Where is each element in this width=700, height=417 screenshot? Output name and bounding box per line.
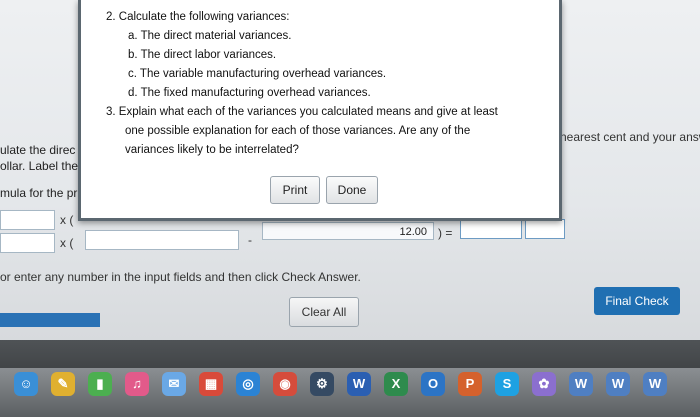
paren-equals: ) = — [438, 226, 453, 240]
variance-amount-input[interactable] — [460, 219, 522, 239]
docs3-icon[interactable]: W — [643, 372, 667, 396]
price-input[interactable] — [85, 230, 239, 250]
photos-icon[interactable]: ✿ — [532, 372, 556, 396]
chrome-icon[interactable]: ◉ — [273, 372, 297, 396]
word-icon[interactable]: W — [347, 372, 371, 396]
finder-icon[interactable]: ☺ — [14, 372, 38, 396]
instructions-popup: 2. Calculate the following variances: a.… — [78, 0, 562, 221]
standard-rate-field: 12.00 — [262, 222, 434, 240]
skype-icon[interactable]: S — [495, 372, 519, 396]
popup-content: 2. Calculate the following variances: a.… — [106, 8, 498, 160]
steam-icon[interactable]: ⚙ — [310, 372, 334, 396]
item-d: d. The fixed manufacturing overhead vari… — [128, 87, 371, 99]
docs-icon[interactable]: W — [569, 372, 593, 396]
final-check-button[interactable]: Final Check — [594, 287, 680, 315]
stocks-icon[interactable]: ▮ — [88, 372, 112, 396]
variance-label-select[interactable] — [525, 219, 565, 239]
question-3-line-3: variances likely to be interrelated? — [125, 144, 299, 156]
nearest-cent-instruction: nearest cent and your answ — [560, 130, 700, 144]
excel-icon[interactable]: X — [384, 372, 408, 396]
powerpoint-icon[interactable]: P — [458, 372, 482, 396]
done-button[interactable]: Done — [326, 176, 378, 204]
docs2-icon[interactable]: W — [606, 372, 630, 396]
progress-fill — [0, 313, 100, 327]
print-button[interactable]: Print — [270, 176, 320, 204]
outlook-icon[interactable]: O — [421, 372, 445, 396]
instruction-text: or enter any number in the input fields … — [0, 270, 361, 284]
question-3-line-2: one possible explanation for each of tho… — [125, 125, 471, 137]
item-b: b. The direct labor variances. — [128, 49, 277, 61]
question-2: 2. Calculate the following variances: — [106, 11, 290, 23]
item-a: a. The direct material variances. — [128, 30, 292, 42]
progress-bar — [0, 313, 100, 327]
direct-fragment: ulate the direc — [0, 143, 76, 157]
item-c: c. The variable manufacturing overhead v… — [128, 68, 387, 80]
clear-all-button[interactable]: Clear All — [289, 297, 359, 327]
quantity-input-2[interactable] — [0, 233, 55, 253]
itunes-icon[interactable]: ♫ — [125, 372, 149, 396]
calendar-icon[interactable]: ▦ — [199, 372, 223, 396]
safari-icon[interactable]: ◎ — [236, 372, 260, 396]
times-sign-2: x ( — [60, 236, 74, 250]
quantity-input-1[interactable] — [0, 210, 55, 230]
formula-fragment: mula for the pr — [0, 186, 78, 200]
question-3: 3. Explain what each of the variances yo… — [106, 106, 498, 118]
mail-icon[interactable]: ✉ — [162, 372, 186, 396]
notes-icon[interactable]: ✎ — [51, 372, 75, 396]
times-sign-1: x ( — [60, 213, 74, 227]
minus-sign: - — [248, 233, 252, 247]
dollar-fragment: ollar. Label the — [0, 159, 79, 173]
